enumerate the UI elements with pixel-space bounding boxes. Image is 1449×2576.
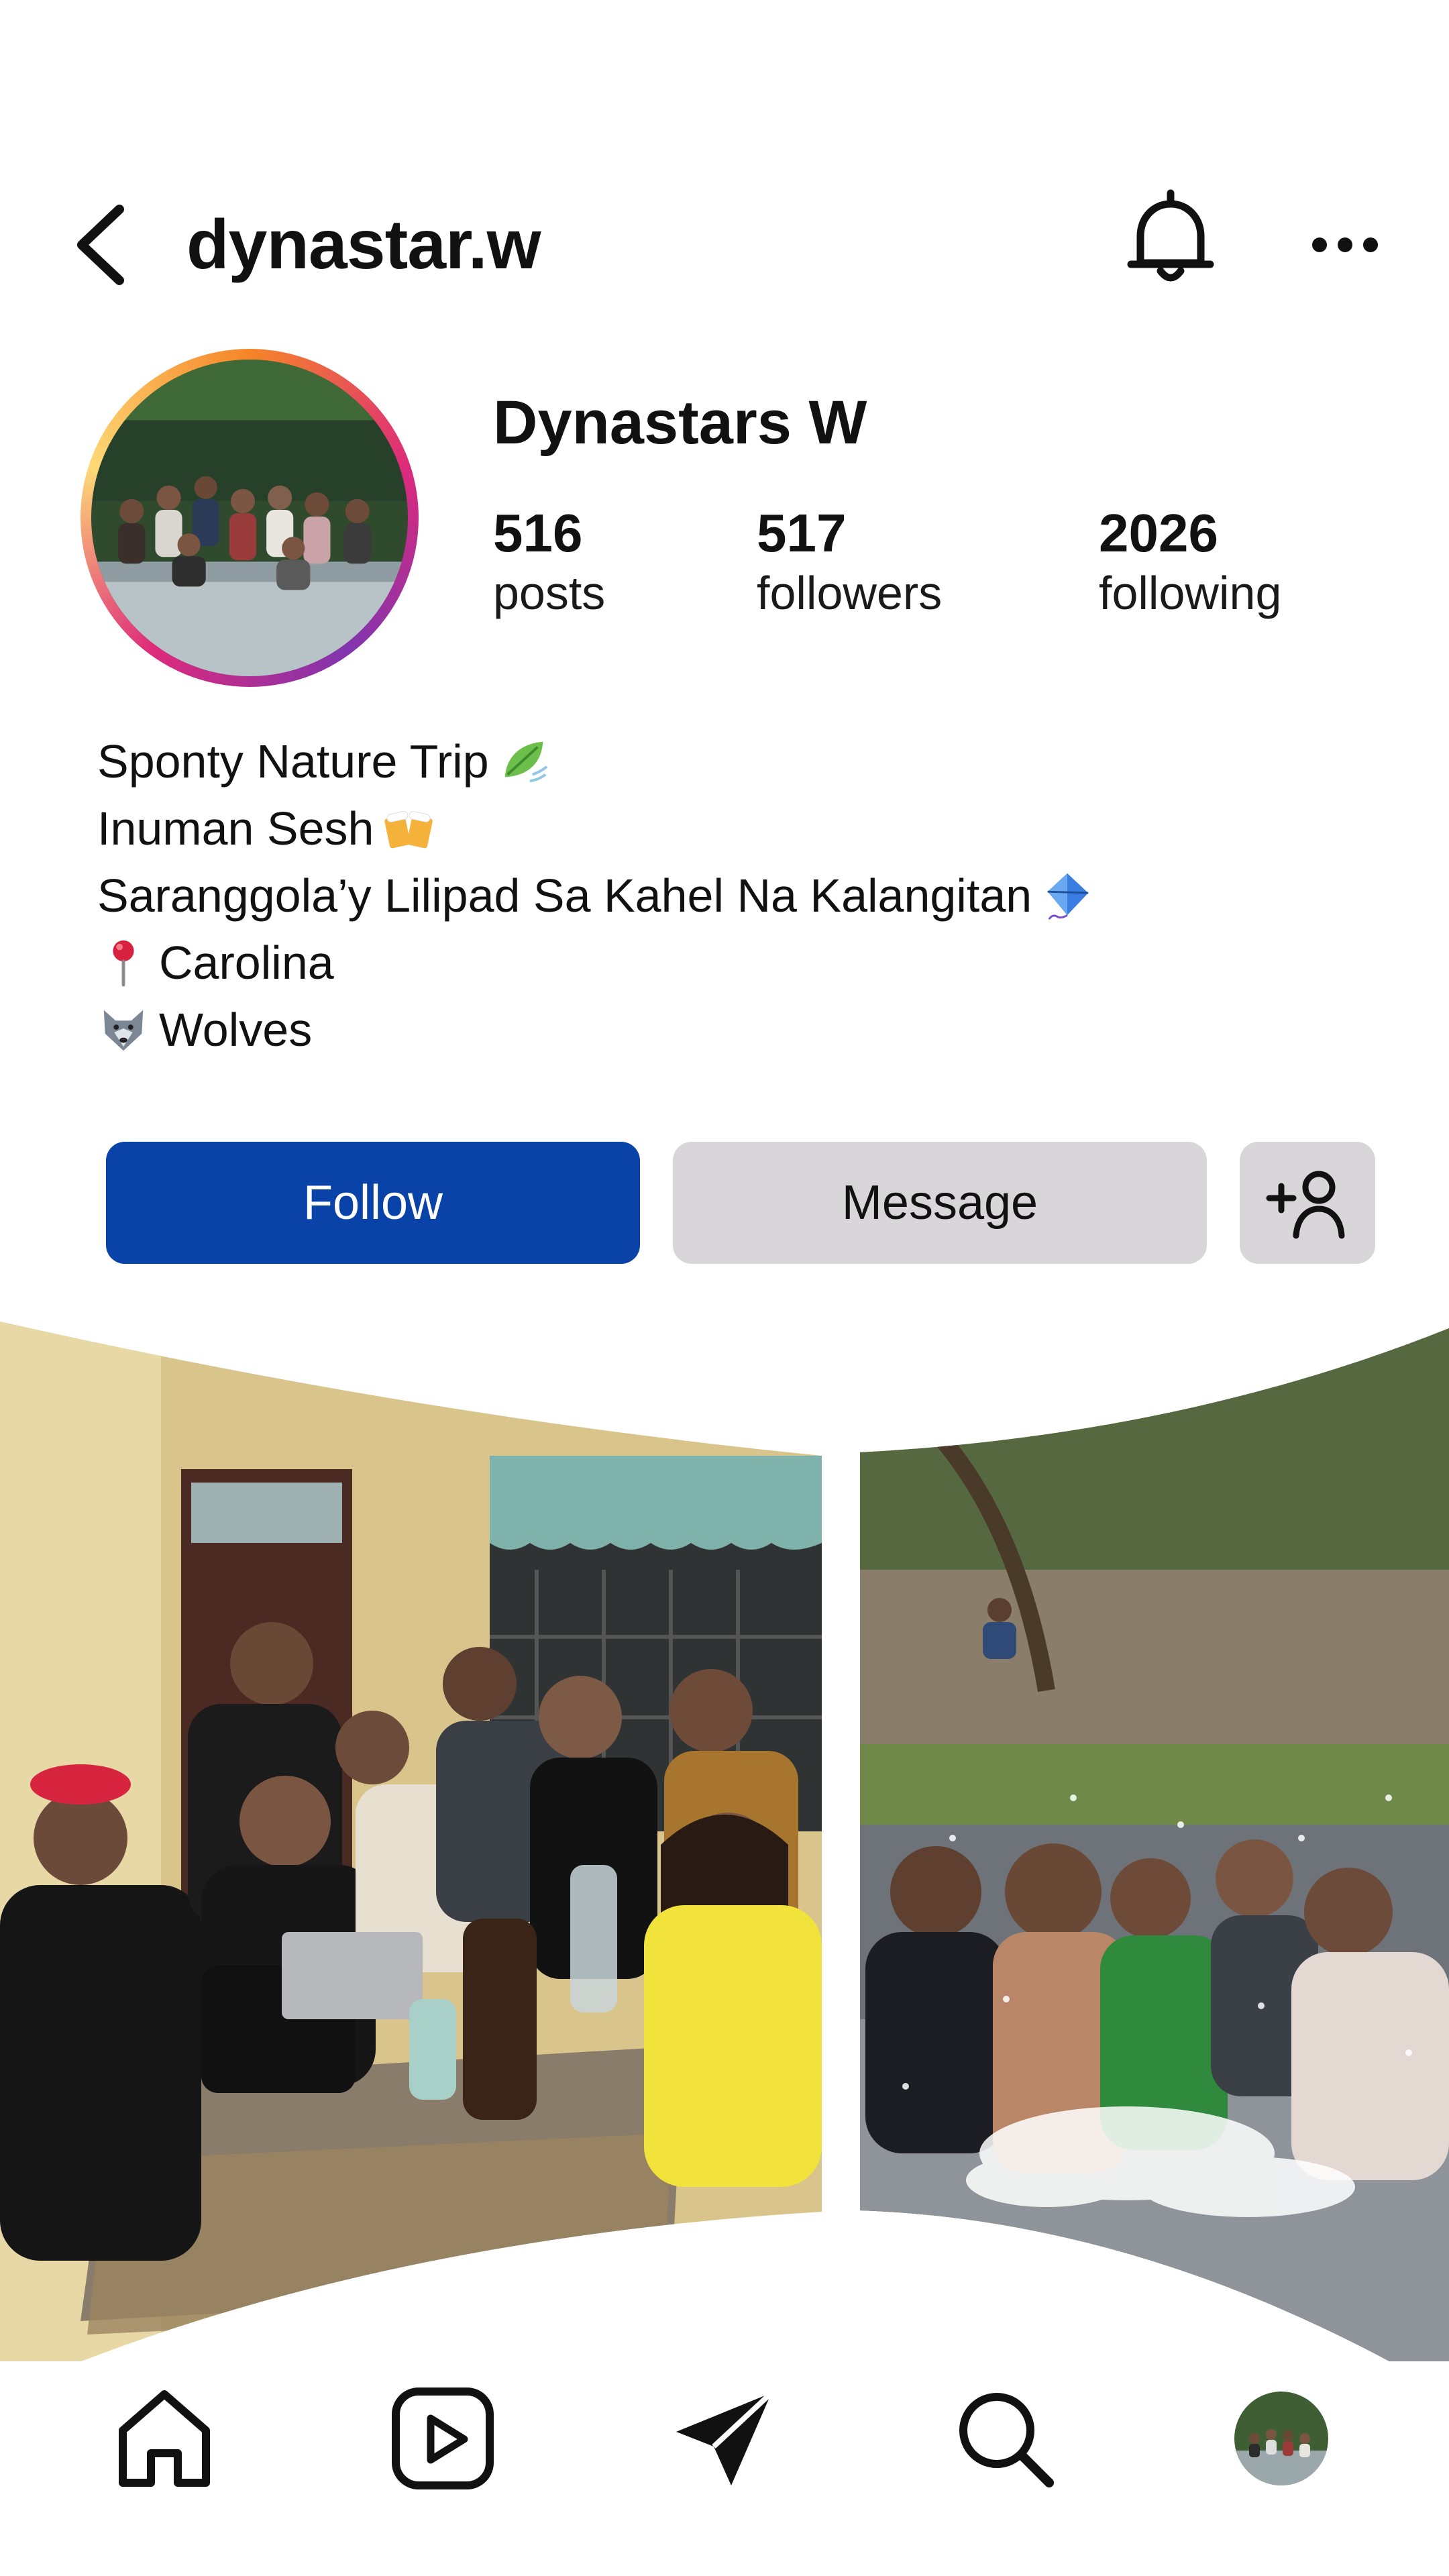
bio-text: Saranggola’y Lilipad Sa Kahel Na Kalangi… <box>97 869 1032 922</box>
reels-icon <box>392 2387 494 2489</box>
bio-line: Saranggola’y Lilipad Sa Kahel Na Kalangi… <box>97 862 1093 929</box>
bio-line: Wolves <box>97 996 1093 1063</box>
bio-line: Inuman Sesh <box>97 795 1093 862</box>
search-icon <box>959 2393 1054 2487</box>
bio-line: Sponty Nature Trip <box>97 728 1093 795</box>
stat-posts-label: posts <box>493 567 606 619</box>
beer-mugs-icon <box>383 802 435 855</box>
wolf-icon <box>97 1004 150 1056</box>
bio-text: Carolina <box>159 936 334 989</box>
stat-following[interactable]: 2026 following <box>1099 502 1281 621</box>
bio-text: Wolves <box>159 1004 313 1056</box>
leaf-wind-icon <box>498 735 551 788</box>
bio-text: Sponty Nature Trip <box>97 735 489 788</box>
nav-profile-button[interactable] <box>1234 2392 1328 2485</box>
bio-line: Carolina <box>97 929 1093 996</box>
notifications-button[interactable] <box>1120 188 1221 288</box>
profile-bio: Sponty Nature Trip Inuman Sesh Saranggol… <box>97 728 1093 1063</box>
profile-avatar-photo <box>91 360 408 676</box>
nav-home-button[interactable] <box>111 2385 218 2492</box>
post-photo-river-group[interactable] <box>860 1315 1449 2361</box>
stat-posts-value: 516 <box>493 503 583 563</box>
nav-reels-button[interactable] <box>389 2385 496 2492</box>
profile-username: dynastar.w <box>186 206 541 284</box>
post-photo-indoor-group[interactable] <box>0 1315 822 2361</box>
stat-followers[interactable]: 517 followers <box>757 502 942 621</box>
nav-search-button[interactable] <box>951 2385 1059 2492</box>
home-icon <box>119 2390 210 2487</box>
nav-direct-messages-button[interactable] <box>671 2385 778 2492</box>
bell-icon <box>1127 189 1214 282</box>
profile-display-name: Dynastars W <box>493 388 867 457</box>
stat-following-label: following <box>1099 567 1282 619</box>
bio-text: Inuman Sesh <box>97 802 374 855</box>
suggested-users-button[interactable] <box>1240 1142 1375 1264</box>
back-button[interactable] <box>67 201 134 288</box>
stat-following-value: 2026 <box>1099 503 1218 563</box>
profile-avatar-icon <box>1234 2392 1328 2485</box>
round-pushpin-icon <box>97 936 150 989</box>
add-person-icon <box>1266 1171 1345 1239</box>
back-chevron-icon <box>77 205 124 285</box>
message-button[interactable]: Message <box>673 1142 1207 1264</box>
more-options-button[interactable] <box>1298 201 1392 288</box>
more-horizontal-icon <box>1312 237 1378 252</box>
profile-avatar[interactable] <box>80 349 419 687</box>
kite-icon <box>1041 869 1093 922</box>
stat-posts[interactable]: 516 posts <box>493 502 605 621</box>
post-carousel[interactable] <box>0 1315 1449 2361</box>
stat-followers-value: 517 <box>757 503 847 563</box>
paper-plane-icon <box>676 2391 773 2485</box>
stat-followers-label: followers <box>757 567 943 619</box>
follow-button[interactable]: Follow <box>106 1142 640 1264</box>
